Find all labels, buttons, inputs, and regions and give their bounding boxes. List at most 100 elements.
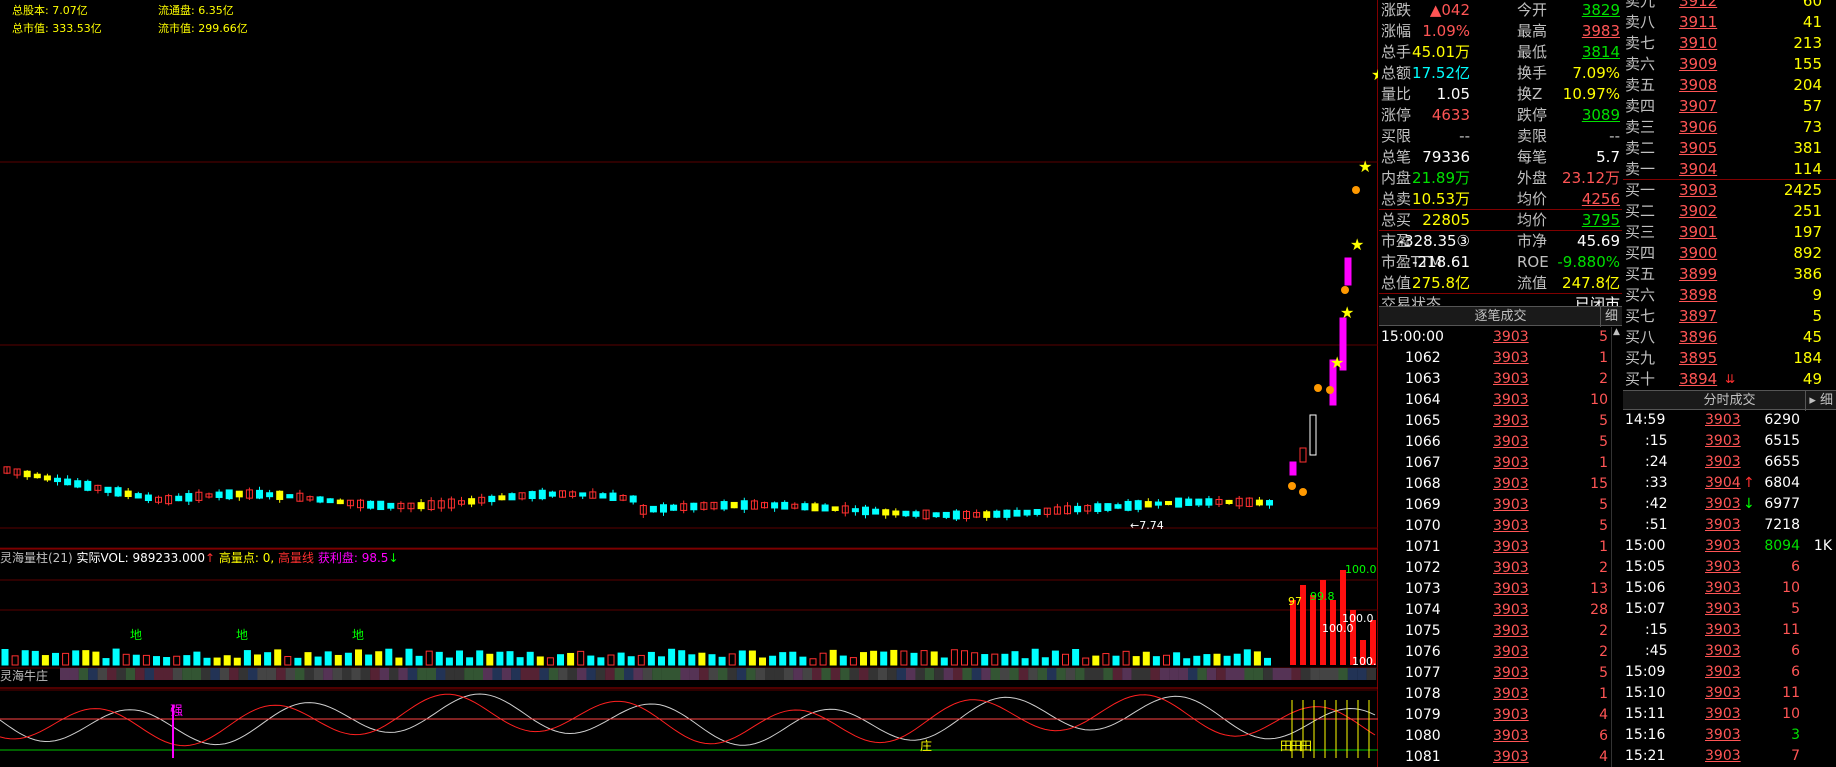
tick-row[interactable]: 1066 3903 5 [1379,432,1622,453]
book-price: 3905 [1679,139,1718,157]
ticks-scrollbar[interactable]: ▲ [1611,327,1621,767]
minute-trade-row[interactable]: 15:10 3903 11 [1623,683,1836,704]
volume-bar [1213,653,1221,666]
minute-time: 15:10 [1625,685,1666,701]
minute-trade-row[interactable]: 15:06 3903 10 [1623,578,1836,599]
tick-row[interactable]: 15:00:00 3903 5 [1379,327,1622,348]
heat-strip-cell [1112,668,1123,680]
tick-row[interactable]: 1070 3903 5 [1379,516,1622,537]
tick-row[interactable]: 1074 3903 28 [1379,600,1622,621]
tick-row[interactable]: 1068 3903 15 [1379,474,1622,495]
quote-label: 市净 [1517,232,1548,250]
tick-time: 1063 [1405,371,1441,387]
ask-level-row[interactable]: 卖四 3907 57 [1623,96,1836,117]
tick-volume: 2 [1599,371,1608,387]
minute-trade-row[interactable]: 15:11 3903 10 [1623,704,1836,725]
bid-level-row[interactable]: 买七 3897 5 [1623,306,1836,327]
heat-strip-cell [943,668,954,680]
ask-level-row[interactable]: 卖二 3905 381 [1623,138,1836,159]
vol-value-label-6: 100. [1352,655,1377,668]
volume-bar [1072,648,1080,666]
ask-level-row[interactable]: 卖一 3904 114 [1623,159,1836,180]
tick-volume: 2 [1599,560,1608,576]
minute-trade-row[interactable]: :45 3903 6 [1623,641,1836,662]
minute-panel-header[interactable]: 分时成交 ▸ 细 [1623,390,1836,411]
ticks-list[interactable]: 15:00:00 3903 5 1062 3903 1 1063 3903 2 1064 3903 1… [1379,327,1622,767]
minute-trade-row[interactable]: 15:05 3903 6 [1623,557,1836,578]
tick-row[interactable]: 1064 3903 10 [1379,390,1622,411]
minute-trade-row[interactable]: 15:09 3903 6 [1623,662,1836,683]
vol-indicator-title[interactable]: 灵海量柱(21) 实际VOL: 989233.000↑ 高量点: 0, 高量线 … [0,549,399,566]
bid-level-row[interactable]: 买九 3895 184 [1623,348,1836,369]
heat-strip-cell [454,668,465,680]
bid-level-row[interactable]: 买三 3901 197 [1623,222,1836,243]
minute-trade-row[interactable]: 15:16 3903 3 [1623,725,1836,746]
bid-level-row[interactable]: 买一 3903 2425 [1623,180,1836,201]
ask-level-row[interactable]: 卖五 3908 204 [1623,75,1836,96]
volume-bar [961,650,968,666]
tick-row[interactable]: 1072 3903 2 [1379,558,1622,579]
tick-row[interactable]: 1079 3903 4 [1379,705,1622,726]
tick-row[interactable]: 1073 3903 13 [1379,579,1622,600]
ask-level-row[interactable]: 卖六 3909 155 [1623,54,1836,75]
minute-trade-row[interactable]: 14:59 3903 6290 [1623,410,1836,431]
bid-level-row[interactable]: 买六 3898 9 [1623,285,1836,306]
tick-row[interactable]: 1075 3903 2 [1379,621,1622,642]
bid-level-row[interactable]: 买八 3896 45 [1623,327,1836,348]
heat-strip-cell [652,668,662,680]
volume-bar [314,656,322,666]
minute-trade-row[interactable]: :15 3903 11 [1623,620,1836,641]
tick-row[interactable]: 1076 3903 2 [1379,642,1622,663]
bid-level-row[interactable]: 买二 3902 251 [1623,201,1836,222]
ask-level-row[interactable]: 卖三 3906 73 [1623,117,1836,138]
minute-trade-row[interactable]: :51 3903 7218 [1623,515,1836,536]
minute-trade-row[interactable]: 15:00 3903 8094 1K [1623,536,1836,557]
tick-row[interactable]: 1063 3903 2 [1379,369,1622,390]
minute-trade-row[interactable]: :15 3903 6515 [1623,431,1836,452]
minute-trade-row[interactable]: 15:21 3903 7 [1623,746,1836,767]
minute-detail-button[interactable]: ▸ 细 [1805,391,1836,411]
volume-bar [1253,651,1261,666]
minute-trade-row[interactable]: :42 3903 ↓ 6977 [1623,494,1836,515]
ask-level-row[interactable]: 卖八 3911 41 [1623,12,1836,33]
bottom-indicator-title[interactable]: 灵海牛庄 [0,667,48,684]
volume-bar [1132,656,1140,666]
tick-row[interactable]: 1062 3903 1 [1379,348,1622,369]
ask-level-row[interactable]: 卖七 3910 213 [1623,33,1836,54]
volume-bar [617,652,625,666]
tick-row[interactable]: 1077 3903 5 [1379,663,1622,684]
tick-row[interactable]: 1065 3903 5 [1379,411,1622,432]
tick-row[interactable]: 1080 3903 6 [1379,726,1622,747]
ticks-detail-button[interactable]: 细 [1599,307,1618,327]
tick-row[interactable]: 1081 3903 4 [1379,747,1622,767]
minute-trade-row[interactable]: 15:07 3903 5 [1623,599,1836,620]
tick-volume: 5 [1599,329,1608,345]
quote-label: 卖限 [1517,127,1548,145]
bid-level-row[interactable]: 买十 3894 ⇊ 49 [1623,369,1836,390]
tick-row[interactable]: 1078 3903 1 [1379,684,1622,705]
heat-strip-cell [464,668,474,680]
kline-chart-svg[interactable]: ★ ★ ★ ★ ★ [0,0,1378,767]
minute-trade-row[interactable]: :24 3903 6655 [1623,452,1836,473]
book-price: 3908 [1679,76,1718,94]
minute-time: 15:06 [1625,580,1666,596]
volume-bar [142,654,150,666]
minute-time: :15 [1645,433,1668,449]
tick-row[interactable]: 1067 3903 1 [1379,453,1622,474]
scroll-up-icon[interactable]: ▲ [1612,327,1621,337]
quote-row: 内盘 21.89万 外盘 23.12万 [1379,168,1622,189]
ticks-panel-header[interactable]: 逐笔成交 细 [1379,306,1622,327]
minute-trades-list[interactable]: 14:59 3903 6290:15 3903 6515:24 3903 6655:33 39… [1623,410,1836,767]
heat-strip-cell [633,668,643,680]
heat-strip-cell [1272,668,1283,680]
quote-label: 买限 [1381,127,1412,145]
bid-level-row[interactable]: 买五 3899 386 [1623,264,1836,285]
minute-trade-row[interactable]: :33 3904 ↑ 6804 [1623,473,1836,494]
tick-row[interactable]: 1069 3903 5 [1379,495,1622,516]
ask-level-row[interactable]: 卖九 3912 60 [1623,0,1836,12]
minute-volume: 11 [1782,685,1800,701]
bid-level-row[interactable]: 买四 3900 892 [1623,243,1836,264]
heat-strip-cell [812,668,822,680]
kline-chart-area[interactable]: ★ ★ ★ ★ ★ 总股本: 7.07亿 流通盘: 6.35亿 总市值: 333.53亿… [0,0,1378,767]
tick-row[interactable]: 1071 3903 1 [1379,537,1622,558]
